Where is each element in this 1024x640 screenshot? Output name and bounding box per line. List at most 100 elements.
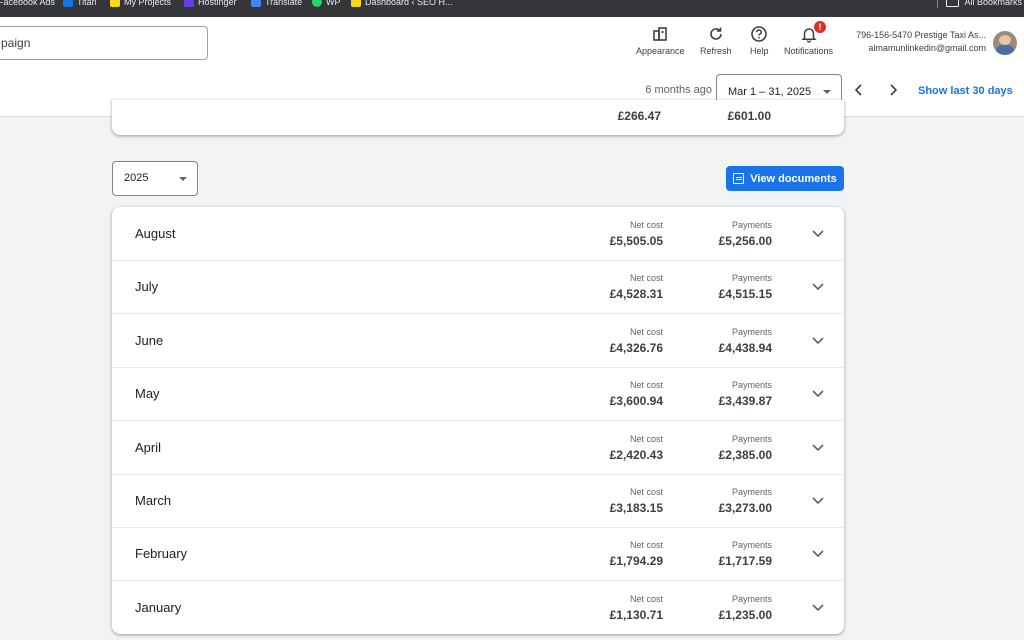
payments-value: £3,273.00 (718, 501, 772, 515)
appearance-button[interactable]: Appearance (636, 25, 685, 56)
all-bookmarks[interactable]: All Bookmarks (937, 0, 1022, 8)
net-cost-label: Net cost (629, 487, 663, 497)
payments-label: Payments (731, 434, 772, 444)
avatar[interactable] (993, 31, 1017, 55)
bookmark-dashboard[interactable]: Dashboard ‹ SEO H... (351, 0, 453, 8)
bookmark-label: WP (326, 0, 341, 7)
notifications-button[interactable]: ! Notifications (784, 21, 833, 56)
bookmark-wp[interactable]: WP (312, 0, 341, 8)
help-label: Help (750, 46, 769, 56)
payments-label: Payments (731, 540, 772, 550)
all-bookmarks-label: All Bookmarks (964, 0, 1022, 7)
mail-icon (63, 0, 73, 7)
payments-label: Payments (731, 594, 772, 604)
payments-value: £1,717.59 (718, 554, 772, 568)
chevron-down-icon[interactable] (812, 334, 824, 346)
payments-label: Payments (731, 487, 772, 497)
projects-icon (110, 0, 120, 7)
chevron-down-icon[interactable] (812, 601, 824, 613)
bookmark-facebook-ads[interactable]: Facebook Ads (0, 0, 55, 8)
account-email: almamunlinkedin@gmail.com (868, 43, 986, 53)
month-name: March (135, 493, 172, 508)
month-name: February (135, 546, 188, 561)
chevron-left-icon[interactable] (852, 83, 866, 97)
payments-label: Payments (731, 220, 772, 230)
payments-value: £4,438.94 (718, 341, 772, 355)
bookmark-translate[interactable]: Translate (251, 0, 302, 8)
account-name: 796-156-5470 Prestige Taxi As... (856, 30, 986, 40)
payments-value: £1,235.00 (718, 608, 772, 622)
month-row-february[interactable]: February Net cost £1,794.29 Payments £1,71… (112, 527, 844, 581)
refresh-button[interactable]: Refresh (700, 25, 732, 56)
chevron-down-icon[interactable] (812, 547, 824, 559)
bookmark-label: Hostinger (198, 0, 237, 7)
month-row-june[interactable]: June Net cost £4,326.76 Payments £4,438.94 (112, 314, 844, 368)
appearance-label: Appearance (636, 46, 685, 56)
month-name: July (135, 279, 159, 294)
bookmark-label: Titan (77, 0, 97, 7)
month-name: June (135, 333, 164, 348)
summary-card: £266.47 £601.00 (112, 100, 844, 135)
summary-payments: £601.00 (727, 109, 771, 123)
chevron-down-icon[interactable] (812, 387, 824, 399)
bookmark-titan[interactable]: Titan (63, 0, 97, 8)
chevron-down-icon[interactable] (812, 494, 824, 506)
net-cost-label: Net cost (629, 327, 663, 337)
monthly-billing-list: August Net cost £5,505.05 Payments £5,256.… (112, 207, 844, 634)
net-cost-label: Net cost (629, 540, 663, 550)
bookmarks-bar: Facebook Ads Titan My Projects Hostinger… (0, 0, 1024, 17)
dashboard-icon (351, 0, 361, 7)
help-button[interactable]: Help (750, 25, 769, 56)
net-cost-label: Net cost (629, 434, 663, 444)
refresh-label: Refresh (700, 46, 732, 56)
net-cost-label: Net cost (629, 594, 663, 604)
net-cost-label: Net cost (629, 273, 663, 283)
chevron-down-icon[interactable] (812, 280, 824, 292)
payments-label: Payments (731, 273, 772, 283)
chevron-down-icon[interactable] (812, 227, 824, 239)
year-value: 2025 (124, 172, 149, 184)
net-cost-value: £2,420.43 (609, 448, 663, 462)
net-cost-label: Net cost (629, 220, 663, 230)
net-cost-value: £3,600.94 (609, 394, 663, 408)
payments-label: Payments (731, 380, 772, 390)
bookmark-label: Dashboard ‹ SEO H... (365, 0, 453, 7)
help-icon (751, 26, 768, 42)
net-cost-value: £5,505.05 (609, 234, 663, 248)
month-name: August (135, 226, 176, 241)
account-info[interactable]: 796-156-5470 Prestige Taxi As... almamun… (846, 29, 986, 55)
payments-value: £2,385.00 (718, 448, 772, 462)
bookmark-hostinger[interactable]: Hostinger (184, 0, 237, 8)
month-row-march[interactable]: March Net cost £3,183.15 Payments £3,273.0… (112, 474, 844, 528)
month-row-january[interactable]: January Net cost £1,130.71 Payments £1,235… (112, 581, 844, 634)
bookmark-label: My Projects (124, 0, 172, 7)
view-documents-label: View documents (750, 172, 837, 185)
show-last-30-days-link[interactable]: Show last 30 days (918, 85, 1013, 97)
hostinger-icon (184, 0, 194, 7)
payments-label: Payments (731, 327, 772, 337)
month-row-april[interactable]: April Net cost £2,420.43 Payments £2,385.0… (112, 421, 844, 475)
folder-icon (946, 0, 960, 7)
month-row-july[interactable]: July Net cost £4,528.31 Payments £4,515.15 (112, 260, 844, 314)
month-row-may[interactable]: May Net cost £3,600.94 Payments £3,439.87 (112, 367, 844, 421)
payments-value: £3,439.87 (718, 394, 772, 408)
date-ago-label: 6 months ago (645, 84, 712, 96)
bookmark-label: Facebook Ads (0, 0, 56, 7)
net-cost-value: £4,528.31 (609, 287, 663, 301)
appearance-icon (653, 27, 668, 41)
chevron-down-icon[interactable] (812, 441, 824, 453)
chevron-right-icon[interactable] (886, 83, 900, 97)
net-cost-value: £1,794.29 (609, 554, 663, 568)
bookmark-my-projects[interactable]: My Projects (110, 0, 171, 8)
notification-badge: ! (814, 21, 826, 33)
whatsapp-icon (312, 0, 322, 7)
month-name: May (135, 386, 160, 401)
month-name: January (135, 600, 182, 615)
month-row-august[interactable]: August Net cost £5,505.05 Payments £5,256.… (112, 207, 844, 261)
search-input[interactable]: paign (0, 26, 208, 60)
net-cost-value: £1,130.71 (609, 608, 663, 622)
bookmark-label: Translate (265, 0, 303, 7)
view-documents-button[interactable]: View documents (726, 166, 844, 191)
year-select[interactable]: 2025 (112, 161, 198, 196)
caret-down-icon (179, 177, 187, 181)
